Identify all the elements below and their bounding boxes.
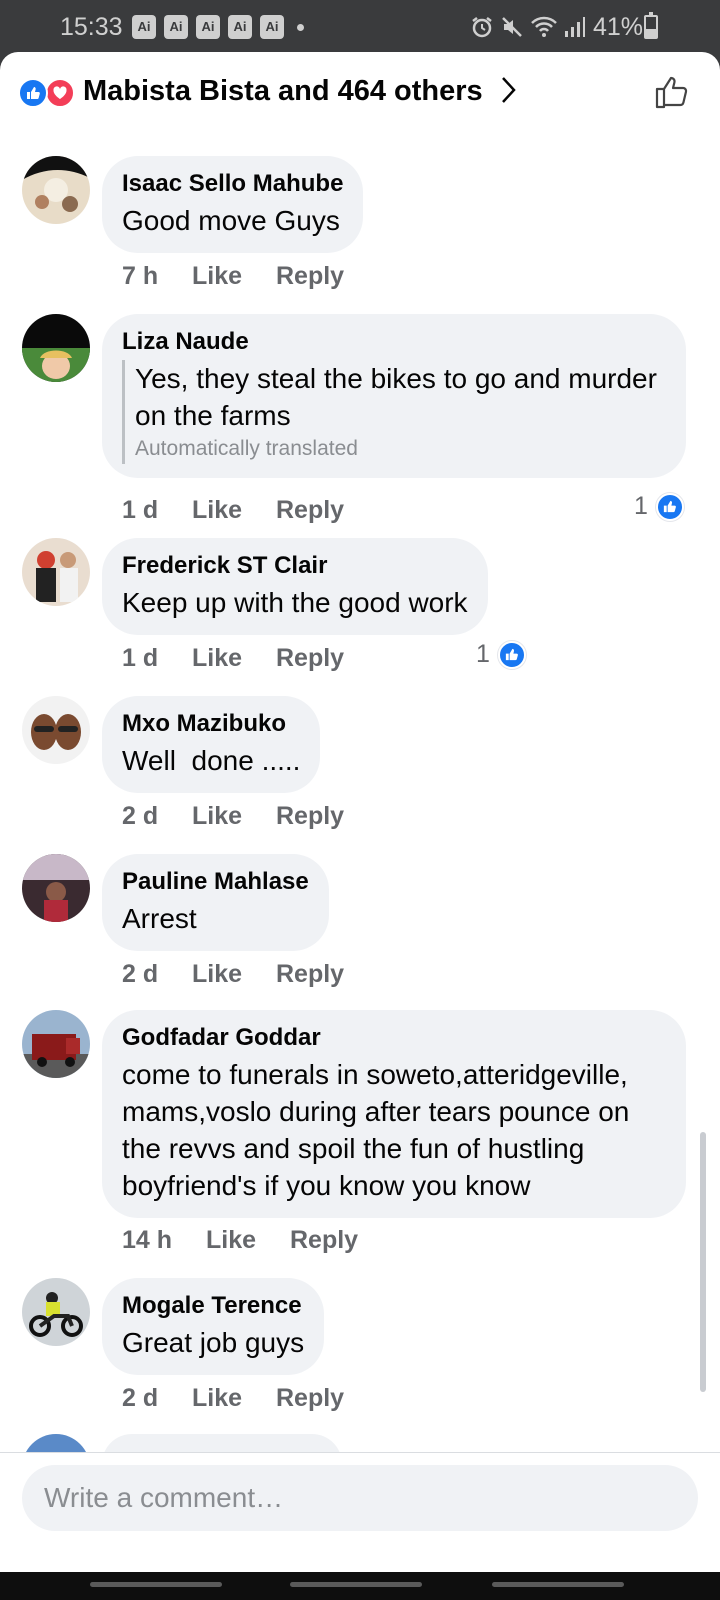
comment-actions: 14 h Like Reply (122, 1226, 358, 1255)
comment-text: Good move Guys (122, 205, 340, 236)
like-button[interactable]: Like (192, 960, 276, 989)
like-button[interactable]: Like (206, 1226, 290, 1255)
nav-recents-button[interactable] (90, 1582, 222, 1587)
alarm-icon (472, 17, 492, 38)
like-button[interactable]: Like (192, 496, 276, 525)
reactions-header[interactable]: Mabista Bista and 464 others (0, 52, 720, 134)
comment-like-count[interactable]: 1 (634, 492, 684, 521)
like-badge-icon (497, 640, 526, 669)
comment-author[interactable]: Godfadar Goddar (122, 1023, 666, 1052)
comment-actions: 1 d Like Reply (122, 496, 344, 525)
comment-bubble[interactable]: Godfadar Goddar come to funerals in sowe… (102, 1010, 686, 1218)
wifi-icon (531, 16, 557, 37)
nav-home-button[interactable] (290, 1582, 422, 1587)
comment-time[interactable]: 1 d (122, 644, 192, 673)
ai-badge-icon: Ai (164, 15, 188, 39)
reply-button[interactable]: Reply (276, 496, 344, 525)
comment-input[interactable] (22, 1465, 698, 1531)
like-button[interactable]: Like (192, 802, 276, 831)
avatar[interactable] (22, 1278, 90, 1346)
battery-level (646, 28, 656, 37)
comment-author[interactable]: Frederick ST Clair (122, 551, 468, 580)
comment-actions: 7 h Like Reply (122, 262, 344, 291)
avatar[interactable] (22, 156, 90, 224)
ai-badge-icon: Ai (196, 15, 220, 39)
comment-composer (0, 1452, 720, 1572)
comment-bubble[interactable]: Frederick ST Clair Keep up with the good… (102, 538, 488, 635)
comment-author[interactable]: Liza Naude (122, 327, 666, 356)
mute-icon (502, 17, 522, 37)
chevron-right-icon[interactable] (500, 76, 516, 104)
comment-actions: 2 d Like Reply (122, 1384, 344, 1413)
like-button[interactable]: Like (192, 262, 276, 291)
comment-author[interactable]: Pauline Mahlase (122, 867, 309, 896)
reply-button[interactable]: Reply (290, 1226, 358, 1255)
status-bar: 15:33 Ai Ai Ai Ai Ai 41% (0, 0, 720, 54)
comment-bubble[interactable]: Mxo Mazibuko Well done ..... (102, 696, 321, 793)
comment-text: Great job guys (122, 1327, 305, 1358)
status-icons (470, 14, 586, 40)
comment-text: Keep up with the good work (122, 587, 468, 618)
comment-actions: 2 d Like Reply (122, 960, 344, 989)
comment-time[interactable]: 2 d (122, 960, 192, 989)
comment-time[interactable]: 7 h (122, 262, 192, 291)
comment-bubble[interactable]: Isaac Sello Mahube Good move Guys (102, 156, 364, 253)
comment-bubble[interactable]: Liza Naude Yes, they steal the bikes to … (102, 314, 686, 478)
like-thumb-icon[interactable] (654, 74, 690, 110)
comment-text: Well done ..... (122, 745, 301, 776)
notification-dot-icon (297, 24, 304, 31)
comment-time[interactable]: 2 d (122, 802, 192, 831)
comment-text: Arrest (122, 903, 197, 934)
reply-button[interactable]: Reply (276, 644, 344, 673)
like-count: 1 (634, 492, 648, 520)
ai-badge-icon: Ai (228, 15, 252, 39)
comment-author[interactable]: Mogale Terence (122, 1291, 304, 1320)
ai-badge-icon: Ai (132, 15, 156, 39)
nav-back-button[interactable] (492, 1582, 624, 1587)
avatar[interactable] (22, 1010, 90, 1078)
like-button[interactable]: Like (192, 1384, 276, 1413)
reactions-summary[interactable]: Mabista Bista and 464 others (83, 75, 483, 108)
comment-time[interactable]: 2 d (122, 1384, 192, 1413)
like-reaction-icon (18, 78, 48, 108)
like-badge-icon (655, 492, 684, 521)
translated-block: Yes, they steal the bikes to go and murd… (122, 360, 666, 464)
system-nav-bar (0, 1572, 720, 1600)
avatar[interactable] (22, 538, 90, 606)
comment-actions: 2 d Like Reply (122, 802, 344, 831)
reply-button[interactable]: Reply (276, 262, 344, 291)
comment-like-count[interactable]: 1 (476, 640, 526, 669)
love-reaction-icon (45, 78, 75, 108)
signal-icon (565, 17, 585, 37)
battery-percent: 41% (593, 13, 644, 41)
comment-text: Yes, they steal the bikes to go and murd… (135, 363, 657, 431)
avatar[interactable] (22, 314, 90, 382)
scrollbar[interactable] (700, 1132, 706, 1392)
like-button[interactable]: Like (192, 644, 276, 673)
avatar[interactable] (22, 854, 90, 922)
comment-text: come to funerals in soweto,atteridgevill… (122, 1059, 630, 1201)
avatar[interactable] (22, 696, 90, 764)
comment-author[interactable]: Isaac Sello Mahube (122, 169, 343, 198)
comments-sheet: Mabista Bista and 464 others Isaac Sello… (0, 52, 720, 1572)
reply-button[interactable]: Reply (276, 960, 344, 989)
status-time: 15:33 (60, 13, 123, 41)
comment-bubble[interactable]: Pauline Mahlase Arrest (102, 854, 329, 951)
comment-time[interactable]: 1 d (122, 496, 192, 525)
reply-button[interactable]: Reply (276, 802, 344, 831)
translation-note[interactable]: Automatically translated (135, 434, 666, 464)
comment-bubble[interactable]: Mogale Terence Great job guys (102, 1278, 325, 1375)
comment-actions: 1 d Like Reply (122, 644, 344, 673)
comment-author[interactable]: Mxo Mazibuko (122, 709, 300, 738)
like-count: 1 (476, 640, 490, 668)
battery-icon (644, 12, 658, 39)
ai-badge-icon: Ai (260, 15, 284, 39)
comment-time[interactable]: 14 h (122, 1226, 206, 1255)
reply-button[interactable]: Reply (276, 1384, 344, 1413)
